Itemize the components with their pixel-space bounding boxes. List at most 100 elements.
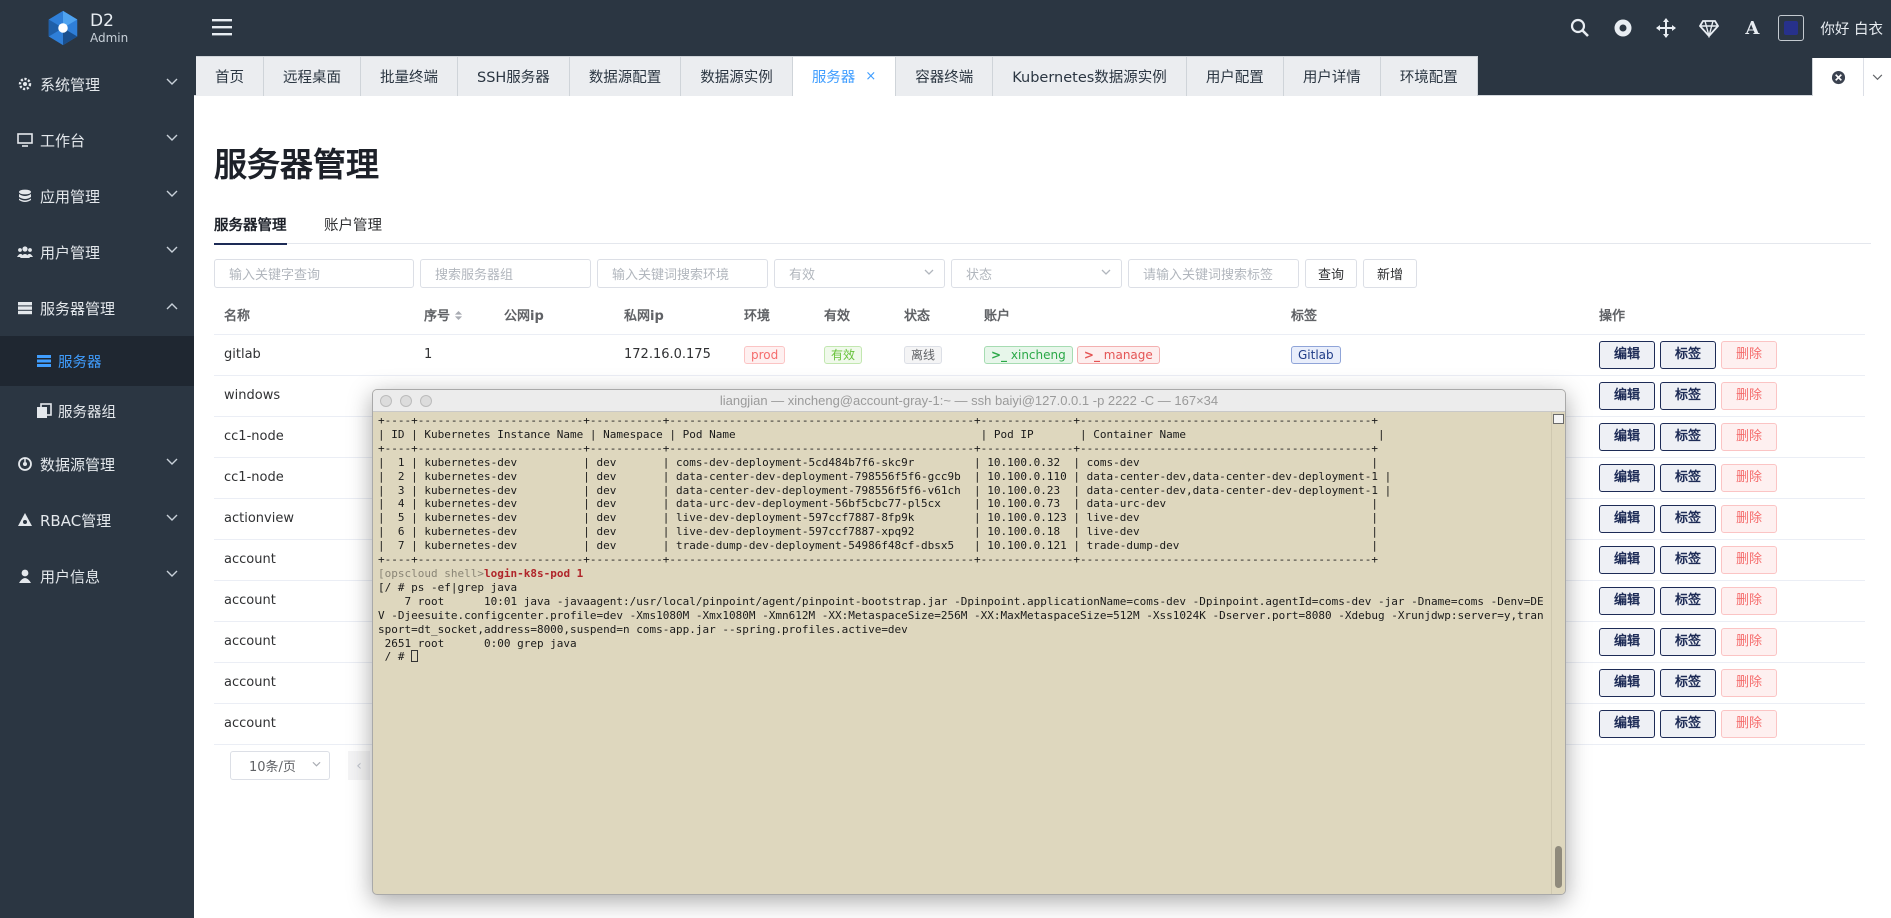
- sidebar-subitem-server-groups[interactable]: 服务器组: [0, 386, 194, 436]
- tag-button[interactable]: 标签: [1660, 422, 1716, 451]
- tab-servers[interactable]: 服务器 ×: [792, 56, 897, 96]
- chevron-down-icon: [166, 134, 178, 141]
- user-greeting[interactable]: 你好 白衣: [1820, 18, 1883, 39]
- cell-status: 离线: [894, 334, 974, 376]
- valid-select[interactable]: 有效: [774, 259, 945, 288]
- tab-tools: [1812, 58, 1891, 96]
- tag-button[interactable]: 标签: [1660, 627, 1716, 656]
- tag-button[interactable]: 标签: [1660, 709, 1716, 738]
- scrollbar-thumb[interactable]: [1555, 846, 1562, 888]
- log-icon[interactable]: [1613, 18, 1633, 38]
- edit-button[interactable]: 编辑: [1599, 545, 1655, 574]
- terminal-titlebar[interactable]: liangjian — xincheng@account-gray-1:~ — …: [373, 390, 1565, 412]
- delete-button[interactable]: 删除: [1721, 627, 1777, 656]
- tag-button[interactable]: 标签: [1660, 545, 1716, 574]
- edit-button[interactable]: 编辑: [1599, 463, 1655, 492]
- tag-button[interactable]: 标签: [1660, 504, 1716, 533]
- tag-search-input[interactable]: 请输入关键词搜索标签: [1128, 259, 1299, 288]
- sort-icon[interactable]: [454, 310, 463, 321]
- diamond-theme-icon[interactable]: [1699, 18, 1720, 38]
- tab-kubernetes-instance[interactable]: Kubernetes数据源实例: [993, 56, 1187, 96]
- sidebar-item-servers[interactable]: 服务器管理: [0, 280, 194, 336]
- tab-user-config[interactable]: 用户配置: [1186, 56, 1284, 96]
- col-seq[interactable]: 序号: [414, 296, 494, 335]
- edit-button[interactable]: 编辑: [1599, 504, 1655, 533]
- edit-button[interactable]: 编辑: [1599, 627, 1655, 656]
- env-search-input[interactable]: 输入关键词搜索环境: [597, 259, 768, 288]
- tab-ssh-server[interactable]: SSH服务器: [458, 56, 570, 96]
- sidebar-item-users[interactable]: 用户管理: [0, 224, 194, 280]
- terminal-icon: >_: [1083, 347, 1100, 362]
- edit-button[interactable]: 编辑: [1599, 381, 1655, 410]
- tab-label: SSH服务器: [477, 70, 550, 86]
- page-size-select[interactable]: 10条/页: [230, 751, 330, 780]
- tab-container-terminal[interactable]: 容器终端: [896, 56, 994, 96]
- terminal-output[interactable]: +----+-------------------------+--------…: [373, 412, 1551, 894]
- tab-user-detail[interactable]: 用户详情: [1283, 56, 1381, 96]
- query-button[interactable]: 查询: [1305, 259, 1357, 288]
- logo[interactable]: D2 Admin: [0, 0, 194, 56]
- pod-table-line: | 3 | kubernetes-dev | dev | data-center…: [378, 483, 1392, 497]
- account-tag[interactable]: >_ xincheng: [984, 345, 1073, 364]
- tag-button[interactable]: 标签: [1660, 463, 1716, 492]
- pod-table-line: | 1 | kubernetes-dev | dev | coms-dev-de…: [378, 455, 1379, 469]
- tag-button[interactable]: 标签: [1660, 586, 1716, 615]
- user-icon: [16, 567, 34, 585]
- search-icon[interactable]: [1570, 18, 1590, 38]
- sidebar-item-rbac[interactable]: RBAC管理: [0, 492, 194, 548]
- delete-button[interactable]: 删除: [1721, 422, 1777, 451]
- terminal-scrollbar[interactable]: [1551, 412, 1565, 894]
- sidebar-item-system[interactable]: 系统管理: [0, 56, 194, 112]
- edit-button[interactable]: 编辑: [1599, 340, 1655, 369]
- delete-button[interactable]: 删除: [1721, 381, 1777, 410]
- chevron-down-icon: [166, 246, 178, 253]
- add-button[interactable]: 新增: [1363, 259, 1417, 288]
- prev-page-button[interactable]: ‹: [348, 751, 370, 780]
- tab-menu-chevron-icon[interactable]: [1863, 58, 1891, 96]
- pod-table-line: +----+-------------------------+--------…: [378, 441, 1379, 455]
- fullscreen-icon[interactable]: [1656, 18, 1677, 38]
- font-size-icon[interactable]: A: [1742, 18, 1762, 39]
- close-icon[interactable]: ×: [865, 69, 876, 84]
- tab-batch-terminal[interactable]: 批量终端: [361, 56, 458, 96]
- delete-button[interactable]: 删除: [1721, 668, 1777, 697]
- edit-button[interactable]: 编辑: [1599, 422, 1655, 451]
- tag-button[interactable]: 标签: [1660, 381, 1716, 410]
- subtab-account-management[interactable]: 账户管理: [324, 214, 382, 243]
- server-group-search-input[interactable]: 搜索服务器组: [420, 259, 591, 288]
- edit-button[interactable]: 编辑: [1599, 586, 1655, 615]
- terminal-window[interactable]: liangjian — xincheng@account-gray-1:~ — …: [372, 389, 1566, 895]
- delete-button[interactable]: 删除: [1721, 586, 1777, 615]
- status-select[interactable]: 状态: [951, 259, 1122, 288]
- sidebar-item-apps[interactable]: 应用管理: [0, 168, 194, 224]
- page-title: 服务器管理: [214, 145, 379, 184]
- tag-button[interactable]: 标签: [1660, 340, 1716, 369]
- page-size-value: 10条/页: [249, 760, 296, 775]
- keyword-search-input[interactable]: 输入关键字查询: [214, 259, 414, 288]
- sidebar-subitem-servers[interactable]: 服务器: [0, 336, 194, 386]
- edit-button[interactable]: 编辑: [1599, 709, 1655, 738]
- delete-button[interactable]: 删除: [1721, 340, 1777, 369]
- tab-datasource-instance[interactable]: 数据源实例: [681, 56, 793, 96]
- tab-env-config[interactable]: 环境配置: [1380, 56, 1478, 96]
- chevron-down-icon: [924, 269, 934, 275]
- tab-remote-desktop[interactable]: 远程桌面: [264, 56, 361, 96]
- account-tag[interactable]: >_ manage: [1076, 345, 1160, 364]
- tab-datasource-config[interactable]: 数据源配置: [569, 56, 682, 96]
- delete-button[interactable]: 删除: [1721, 463, 1777, 492]
- sidebar-item-user-info[interactable]: 用户信息: [0, 548, 194, 604]
- delete-button[interactable]: 删除: [1721, 709, 1777, 738]
- server-icon: [16, 299, 34, 317]
- menu-toggle-icon[interactable]: [212, 18, 232, 36]
- color-theme-icon[interactable]: [1778, 15, 1805, 41]
- tab-home[interactable]: 首页: [196, 56, 264, 96]
- subtab-server-management[interactable]: 服务器管理: [214, 214, 287, 245]
- delete-button[interactable]: 删除: [1721, 545, 1777, 574]
- delete-button[interactable]: 删除: [1721, 504, 1777, 533]
- tag-button[interactable]: 标签: [1660, 668, 1716, 697]
- sidebar-item-workbench[interactable]: 工作台: [0, 112, 194, 168]
- close-all-tabs-icon[interactable]: [1813, 70, 1863, 85]
- split-pane-icon[interactable]: [1553, 414, 1564, 424]
- sidebar-item-datasource[interactable]: 数据源管理: [0, 436, 194, 492]
- edit-button[interactable]: 编辑: [1599, 668, 1655, 697]
